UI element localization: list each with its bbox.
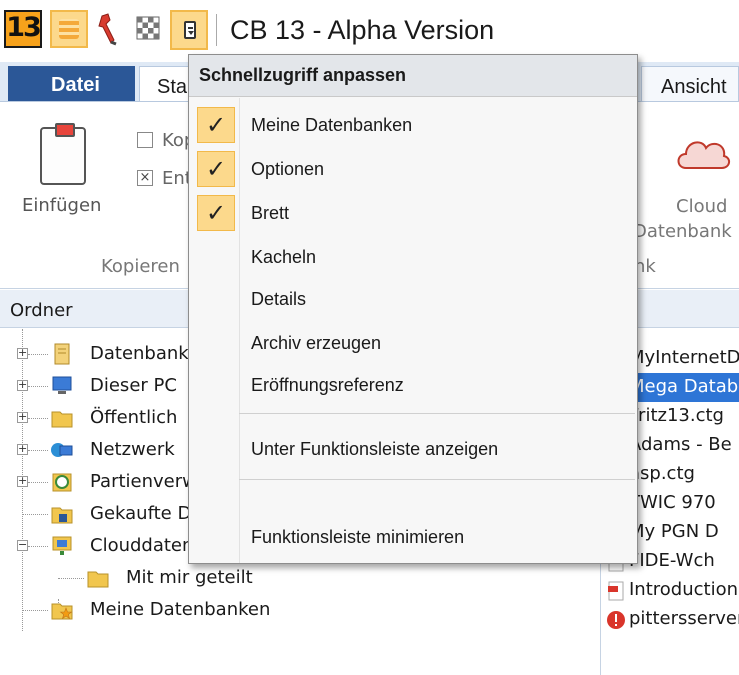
menu-item-label: Unter Funktionsleiste anzeigen: [251, 439, 499, 459]
app-logo-icon[interactable]: 13: [4, 10, 42, 48]
computer-icon: [50, 374, 74, 398]
board-icon[interactable]: [134, 14, 162, 42]
collapse-toggle[interactable]: −: [17, 539, 28, 551]
network-icon: [50, 438, 74, 462]
menu-item-brett[interactable]: ✓ Brett: [189, 193, 637, 235]
menu-item-label: Archiv erzeugen: [251, 333, 382, 353]
menu-item-meine-datenbanken[interactable]: ✓ Meine Datenbanken: [189, 105, 637, 147]
paste-button-label[interactable]: Einfügen: [22, 195, 101, 216]
menu-item-kacheln[interactable]: Kacheln: [189, 237, 637, 279]
menu-item-label: Brett: [251, 203, 290, 223]
menu-item-label: Kacheln: [251, 247, 317, 267]
menu-item-label: Details: [251, 289, 307, 309]
menu-item-details[interactable]: Details: [189, 279, 637, 321]
tree-item-meine-datenbanken[interactable]: Meine Datenbanken: [0, 595, 580, 627]
remove-checkbox[interactable]: ×: [137, 170, 153, 186]
customize-quick-access-dropdown-icon[interactable]: [170, 10, 208, 50]
title-bar: 13 CB 13 - Alpha Version: [0, 0, 739, 62]
folder-icon: [50, 406, 74, 430]
menu-item-eroeffnungsreferenz[interactable]: Eröffnungsreferenz: [189, 365, 637, 407]
menu-item-label: Optionen: [251, 159, 325, 179]
purchased-folder-icon: [50, 502, 74, 526]
menu-separator: [239, 479, 635, 480]
menu-item-label: Meine Datenbanken: [251, 115, 413, 135]
checkmark-icon: ✓: [197, 195, 235, 231]
menu-item-label: Eröffnungsreferenz: [251, 375, 404, 395]
menu-header: Schnellzugriff anpassen: [189, 55, 637, 97]
copy-checkbox[interactable]: [137, 132, 153, 148]
menu-separator: [239, 413, 635, 414]
menu-item-optionen[interactable]: ✓ Optionen: [189, 149, 637, 191]
shared-folder-icon: [86, 566, 110, 590]
tree-item-label: Meine Datenbanken: [90, 599, 271, 620]
game-management-icon: [50, 470, 74, 494]
my-databases-quick-icon[interactable]: [50, 10, 88, 48]
title-divider: [216, 14, 217, 46]
expand-toggle[interactable]: +: [17, 443, 28, 455]
window-title: CB 13 - Alpha Version: [230, 15, 495, 45]
tree-item-label: Mit mir geteilt: [126, 567, 253, 588]
pgn-file-icon: [606, 581, 626, 601]
folder-panel-title: Ordner: [10, 300, 73, 321]
database-folder-icon: [50, 342, 74, 366]
tree-item-label: Dieser PC: [90, 375, 177, 396]
expand-toggle[interactable]: +: [17, 411, 28, 423]
list-item[interactable]: pittersserver: [601, 605, 739, 634]
tab-ansicht[interactable]: Ansicht: [641, 66, 739, 103]
cloud-icon[interactable]: [672, 124, 732, 184]
menu-item-archiv-erzeugen[interactable]: Archiv erzeugen: [189, 323, 637, 365]
favorites-folder-icon: [50, 598, 74, 622]
error-icon: [606, 610, 626, 630]
list-item[interactable]: Introduction: [601, 576, 739, 605]
expand-toggle[interactable]: +: [17, 347, 28, 359]
tab-datei[interactable]: Datei: [8, 66, 135, 102]
cloud-db-label-line2[interactable]: Datenbank: [633, 221, 732, 242]
tree-item-label: Öffentlich: [90, 407, 178, 428]
options-wrench-icon[interactable]: [96, 12, 124, 46]
menu-item-label: Funktionsleiste minimieren: [251, 527, 465, 547]
tree-item-mit-mir-geteilt[interactable]: Mit mir geteilt: [0, 563, 580, 595]
cloud-db-label-line1[interactable]: Cloud: [676, 196, 727, 217]
checkmark-icon: ✓: [197, 107, 235, 143]
expand-toggle[interactable]: +: [17, 475, 28, 487]
checkmark-icon: ✓: [197, 151, 235, 187]
cloud-database-icon: [50, 534, 74, 558]
quick-access-customize-menu: Schnellzugriff anpassen ✓ Meine Datenban…: [188, 54, 638, 564]
menu-title: Schnellzugriff anpassen: [199, 65, 407, 85]
menu-item-unter-funktionsleiste-anzeigen[interactable]: Unter Funktionsleiste anzeigen: [189, 429, 637, 471]
copy-group-label: Kopieren: [101, 256, 180, 277]
menu-item-funktionsleiste-minimieren[interactable]: Funktionsleiste minimieren: [189, 517, 637, 559]
expand-toggle[interactable]: +: [17, 379, 28, 391]
clipboard-icon[interactable]: [40, 123, 86, 185]
tree-item-label: Netzwerk: [90, 439, 175, 460]
